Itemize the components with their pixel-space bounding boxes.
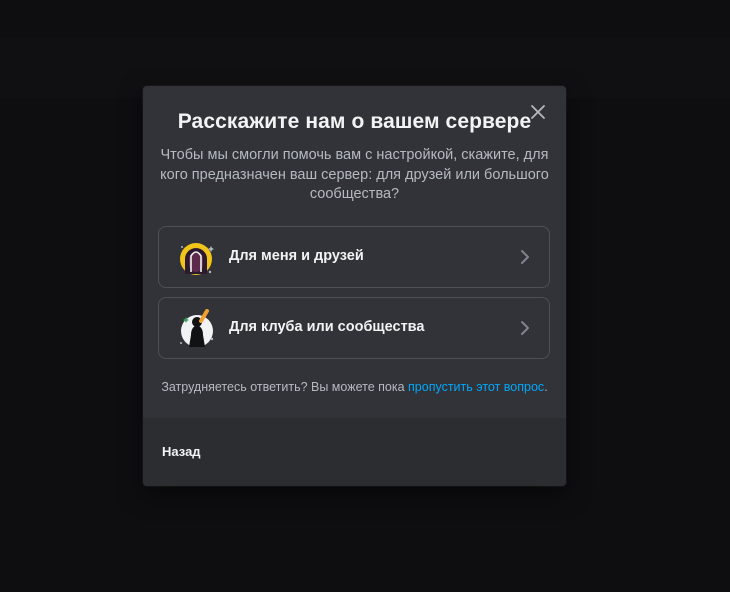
modal-title: Расскажите нам о вашем сервере bbox=[177, 110, 532, 133]
option-community-label: Для клуба или сообщества bbox=[229, 319, 425, 335]
skip-question-link[interactable]: пропустить этот вопрос bbox=[408, 380, 544, 394]
modal-footer: Назад bbox=[143, 418, 566, 486]
create-server-modal: Расскажите нам о вашем сервере Чтобы мы … bbox=[143, 86, 566, 486]
back-button[interactable]: Назад bbox=[162, 444, 201, 459]
community-illustration-icon bbox=[180, 309, 214, 347]
skip-hint: Затрудняетесь ответить? Вы можете пока п… bbox=[143, 380, 566, 394]
chevron-right-icon bbox=[521, 321, 529, 335]
option-friends-label: Для меня и друзей bbox=[229, 248, 364, 264]
friends-illustration-icon bbox=[180, 243, 214, 275]
skip-hint-text: Затрудняетесь ответить? Вы можете пока bbox=[161, 380, 409, 394]
option-community[interactable]: Для клуба или сообщества bbox=[158, 297, 550, 359]
modal-subtitle: Чтобы мы смогли помочь вам с настройкой,… bbox=[160, 147, 549, 202]
skip-hint-end: . bbox=[544, 380, 548, 394]
chevron-right-icon bbox=[521, 250, 529, 264]
option-friends[interactable]: Для меня и друзей bbox=[158, 226, 550, 288]
